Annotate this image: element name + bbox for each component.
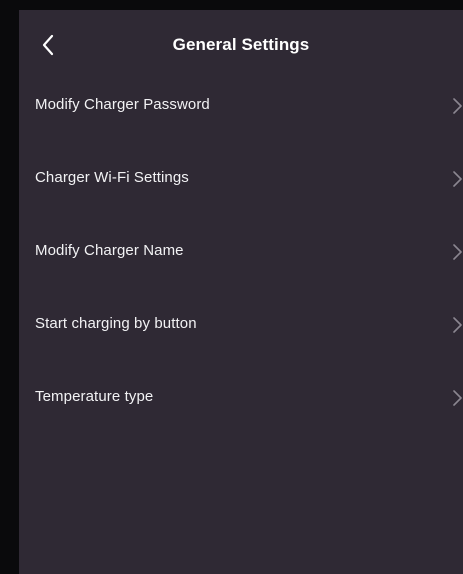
device-frame: General Settings Modify Charger Password… [0, 0, 463, 574]
page-title: General Settings [172, 35, 310, 54]
setting-item-temperature-type[interactable]: Temperature type [19, 360, 463, 433]
setting-item-label: Temperature type [35, 388, 154, 405]
settings-screen: General Settings Modify Charger Password… [19, 10, 463, 574]
setting-item-label: Modify Charger Name [35, 242, 184, 259]
setting-item-start-charging-button[interactable]: Start charging by button [19, 287, 463, 360]
setting-item-modify-name[interactable]: Modify Charger Name [19, 214, 463, 287]
setting-item-modify-password[interactable]: Modify Charger Password [19, 68, 463, 141]
setting-item-label: Start charging by button [35, 315, 197, 332]
setting-item-wifi-settings[interactable]: Charger Wi-Fi Settings [19, 141, 463, 214]
chevron-right-icon [453, 390, 462, 406]
chevron-right-icon [453, 317, 462, 333]
settings-list: Modify Charger Password Charger Wi-Fi Se… [19, 68, 463, 433]
chevron-right-icon [453, 98, 462, 114]
chevron-right-icon [453, 244, 462, 260]
setting-item-label: Charger Wi-Fi Settings [35, 169, 189, 186]
setting-item-label: Modify Charger Password [35, 96, 210, 113]
chevron-right-icon [453, 171, 462, 187]
